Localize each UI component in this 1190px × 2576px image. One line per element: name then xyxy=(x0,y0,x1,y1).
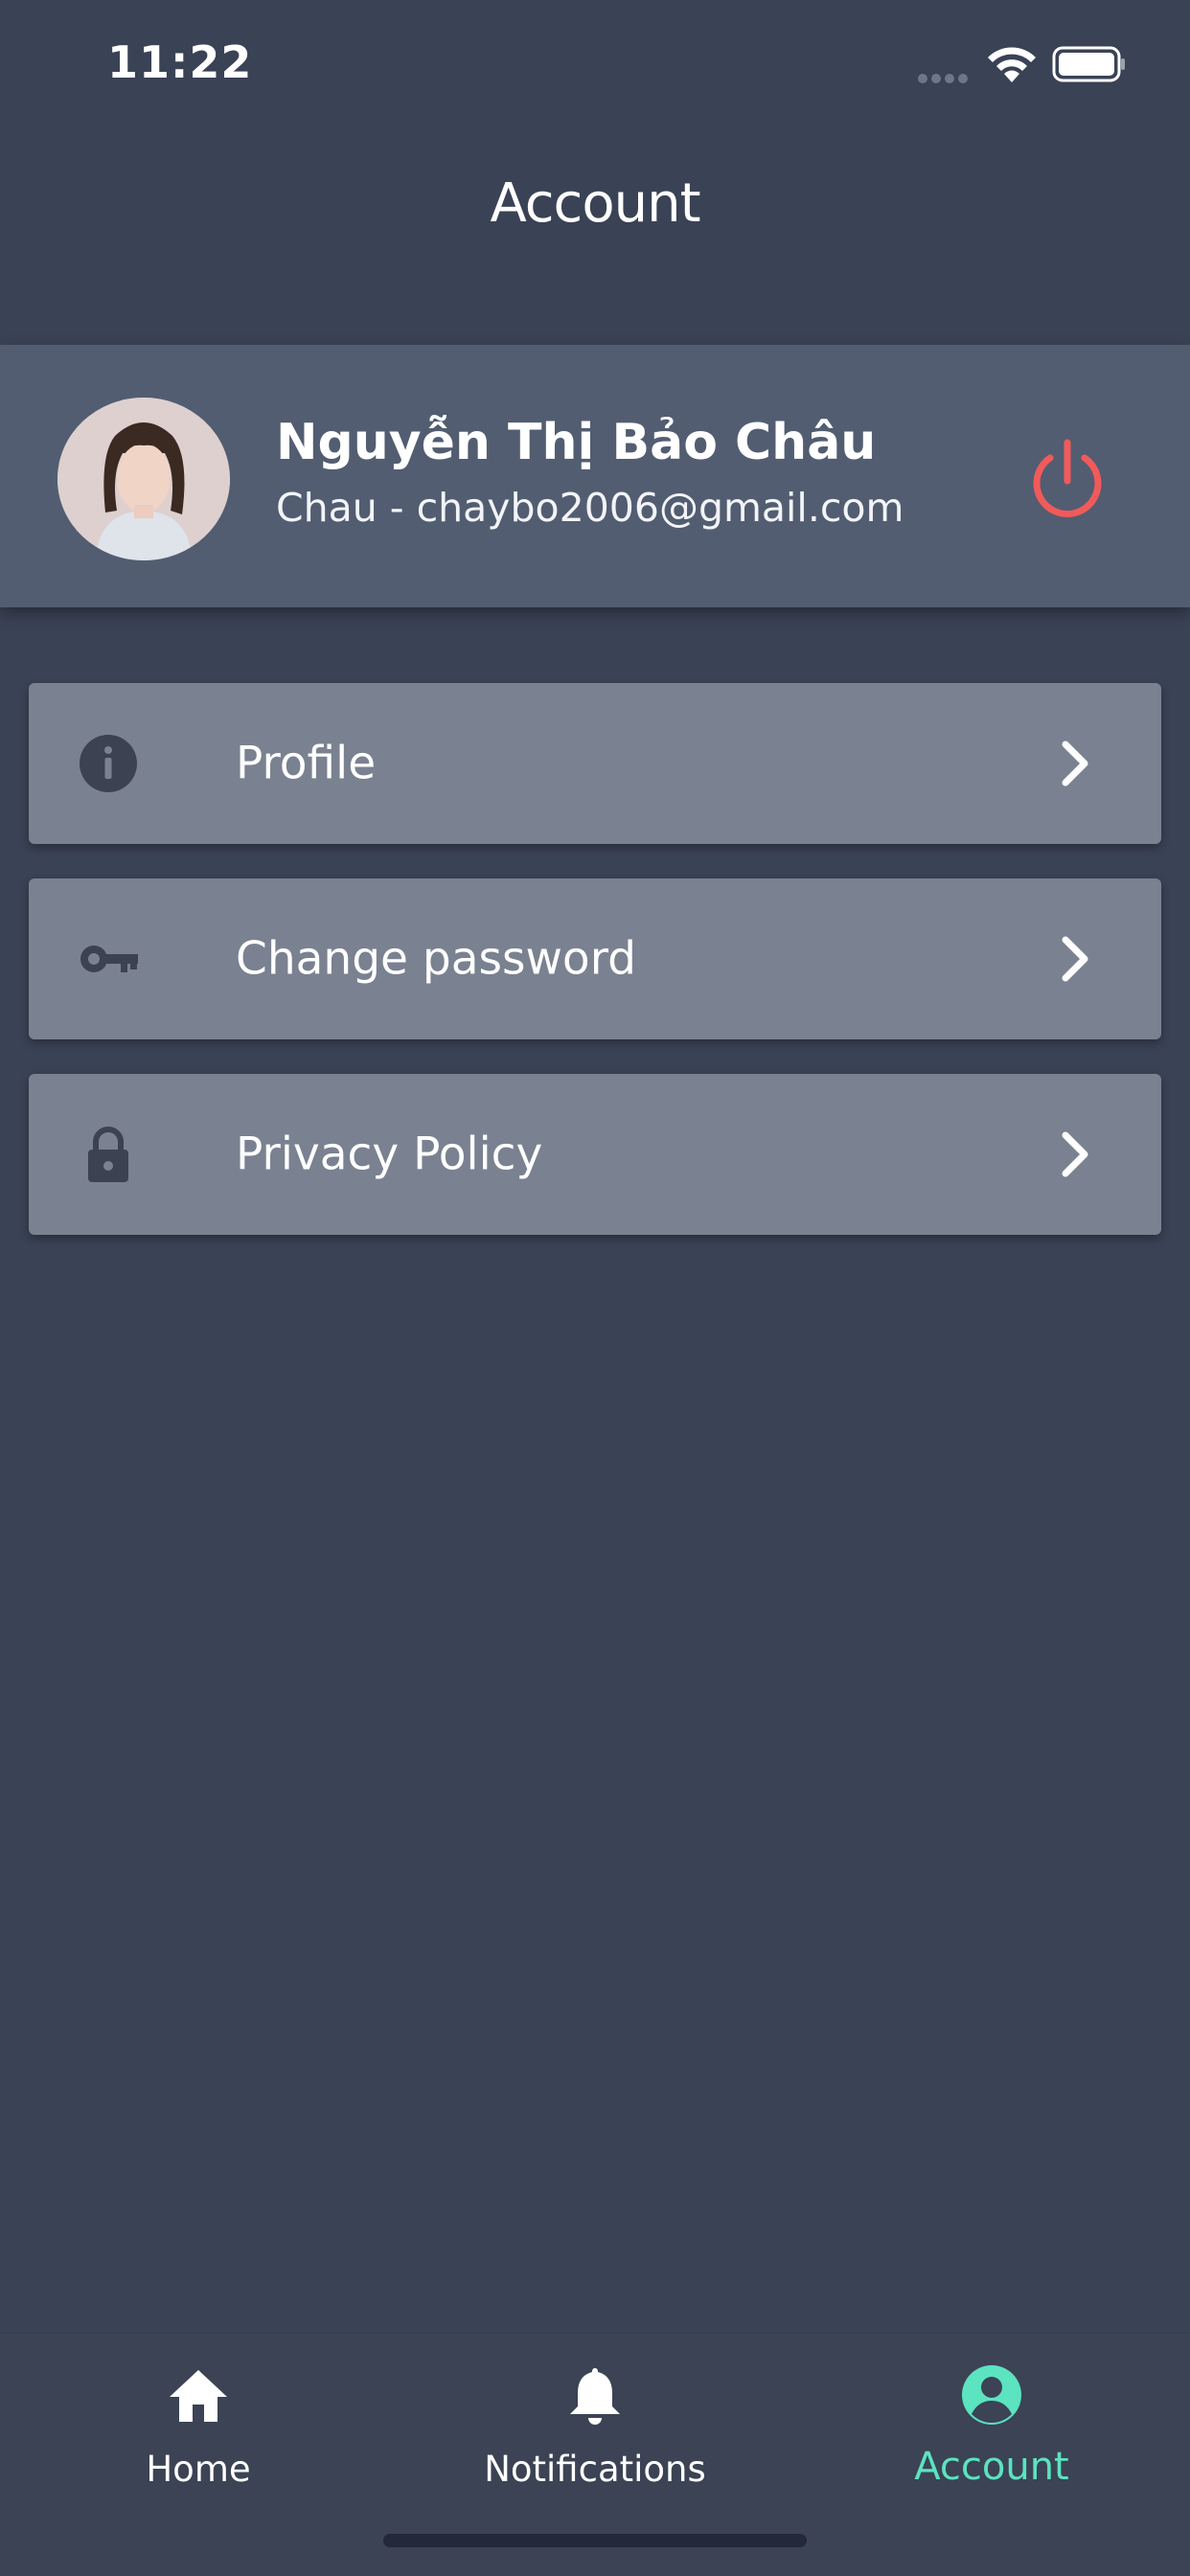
status-bar: 11:22 xyxy=(0,0,1190,125)
tab-label: Notifications xyxy=(484,2449,706,2490)
avatar[interactable] xyxy=(57,398,230,560)
lock-icon xyxy=(88,1127,128,1182)
cellular-signal-icon xyxy=(918,69,975,83)
user-email: Chau - chaybo2006@gmail.com xyxy=(276,485,904,531)
chevron-right-icon xyxy=(1062,1131,1088,1177)
status-time: 11:22 xyxy=(107,36,253,88)
menu-item-change-password[interactable]: Change password xyxy=(29,878,1161,1039)
bell-icon xyxy=(570,2368,620,2425)
account-icon xyxy=(962,2365,1021,2425)
chevron-right-icon xyxy=(1062,741,1088,786)
wifi-icon xyxy=(988,47,1036,82)
page-title: Account xyxy=(490,172,700,235)
user-name: Nguyễn Thị Bảo Châu xyxy=(276,414,877,471)
tab-home[interactable]: Home xyxy=(0,2334,397,2525)
tab-account[interactable]: Account xyxy=(793,2334,1190,2525)
menu-item-label: Privacy Policy xyxy=(236,1128,543,1181)
menu-item-label: Profile xyxy=(236,737,377,790)
chevron-right-icon xyxy=(1062,936,1088,982)
home-icon xyxy=(170,2370,227,2422)
home-indicator xyxy=(383,2534,807,2547)
power-icon[interactable] xyxy=(1023,437,1111,525)
battery-icon xyxy=(1052,46,1125,82)
tab-notifications[interactable]: Notifications xyxy=(397,2334,793,2525)
key-icon xyxy=(80,946,138,972)
menu-item-label: Change password xyxy=(236,932,637,986)
info-icon xyxy=(80,735,137,792)
menu-item-profile[interactable]: Profile xyxy=(29,683,1161,844)
tab-label: Home xyxy=(146,2449,251,2490)
menu-item-privacy-policy[interactable]: Privacy Policy xyxy=(29,1074,1161,1235)
user-card: Nguyễn Thị Bảo Châu Chau - chaybo2006@gm… xyxy=(0,345,1190,607)
tab-label: Account xyxy=(914,2445,1069,2489)
